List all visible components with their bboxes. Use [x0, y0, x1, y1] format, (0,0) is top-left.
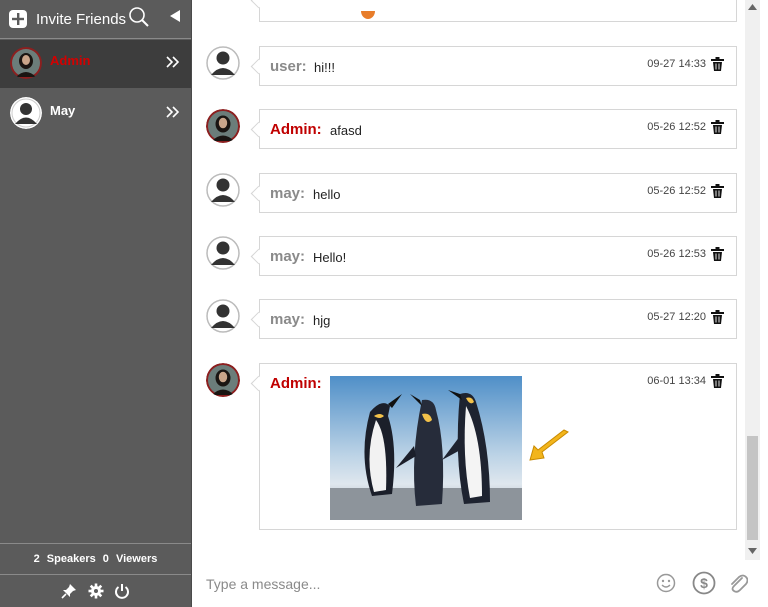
collapse-sidebar-icon[interactable] [169, 9, 181, 23]
delete-trash-icon[interactable] [711, 247, 724, 261]
message-timestamp: 09-27 14:33 [647, 58, 706, 70]
speakers-label: Speakers [46, 553, 96, 565]
sidebar: Invite Friends Admin May 2 Speakers 0 Vi… [0, 0, 192, 607]
pin-icon[interactable] [61, 583, 77, 599]
emoji-smiley-icon[interactable] [656, 573, 676, 593]
message-bubble: may: Hello! 05-26 12:53 [259, 236, 737, 276]
user-list-item-admin[interactable]: Admin [0, 40, 191, 88]
chat-app: Invite Friends Admin May 2 Speakers 0 Vi… [0, 0, 768, 607]
message-timestamp: 06-01 13:34 [647, 375, 706, 387]
invite-friends-link[interactable]: Invite Friends [36, 11, 126, 28]
message-sender: user: [270, 58, 307, 75]
delete-trash-icon[interactable] [711, 57, 724, 71]
viewers-label: Viewers [115, 553, 158, 565]
delete-trash-icon[interactable] [711, 374, 724, 388]
penguins-photo[interactable] [330, 376, 522, 520]
scroll-down-arrow-icon[interactable] [748, 548, 757, 554]
delete-trash-icon[interactable] [711, 120, 724, 134]
svg-text:$: $ [700, 575, 708, 591]
user-avatar [206, 173, 240, 207]
message-bubble: Admin: afasd 05-26 12:52 [259, 109, 737, 149]
delete-trash-icon[interactable] [711, 184, 724, 198]
message-timestamp: 05-26 12:53 [647, 248, 706, 260]
message-sender: Admin: [270, 121, 322, 138]
user-name-admin: Admin [50, 53, 91, 68]
admin-avatar [206, 363, 240, 397]
message-bubble: may: hjg 05-27 12:20 [259, 299, 737, 339]
message-scrollbar[interactable] [745, 0, 760, 560]
message-bubble: may: hello 05-26 12:52 [259, 173, 737, 213]
delete-trash-icon[interactable] [711, 310, 724, 324]
user-avatar [206, 299, 240, 333]
message-sender: may: [270, 248, 306, 265]
message-bubble: user: hi!!! 09-27 14:33 [259, 46, 737, 86]
chevron-double-right-icon[interactable] [166, 106, 180, 118]
settings-gear-icon[interactable] [88, 583, 104, 599]
chat-panel: user: hi!!! 09-27 14:33 Admin: afasd 05-… [192, 0, 768, 607]
scroll-thumb[interactable] [747, 436, 758, 540]
user-list-item-may[interactable]: May [0, 90, 191, 138]
message-bubble: Admin: 06-01 13:34 [259, 363, 737, 530]
admin-avatar [10, 47, 42, 79]
search-icon[interactable] [128, 6, 150, 28]
emoji-icon [361, 11, 375, 19]
message-sender: Admin: [270, 375, 322, 392]
add-friend-icon[interactable] [8, 9, 28, 29]
message-text: hi!!! [314, 60, 335, 75]
user-avatar [206, 236, 240, 270]
message-text: afasd [330, 123, 362, 138]
chevron-double-right-icon[interactable] [166, 56, 180, 68]
user-avatar [10, 97, 42, 129]
message-list[interactable]: user: hi!!! 09-27 14:33 Admin: afasd 05-… [192, 0, 744, 560]
admin-avatar [206, 109, 240, 143]
message-text: hjg [313, 313, 331, 328]
user-name-may: May [50, 103, 76, 118]
message-text: hello [313, 187, 341, 202]
room-stats: 2 Speakers 0 Viewers [0, 543, 191, 575]
power-icon[interactable] [114, 583, 130, 599]
message-bubble [259, 0, 737, 22]
scroll-up-arrow-icon[interactable] [748, 4, 757, 10]
attach-paperclip-icon[interactable] [728, 572, 748, 594]
speakers-count: 2 [33, 553, 40, 565]
sidebar-header: Invite Friends [0, 0, 191, 39]
message-text: Hello! [313, 250, 347, 265]
sidebar-toolbar [0, 576, 191, 607]
message-sender: may: [270, 311, 306, 328]
arrow-pointer-icon [529, 429, 569, 461]
message-timestamp: 05-26 12:52 [647, 185, 706, 197]
message-sender: may: [270, 185, 306, 202]
message-timestamp: 05-26 12:52 [647, 121, 706, 133]
message-timestamp: 05-27 12:20 [647, 311, 706, 323]
tip-dollar-icon[interactable]: $ [692, 571, 716, 595]
viewers-count: 0 [102, 553, 109, 565]
message-input[interactable] [204, 571, 628, 597]
message-composer: $ [192, 561, 768, 607]
user-avatar [206, 46, 240, 80]
